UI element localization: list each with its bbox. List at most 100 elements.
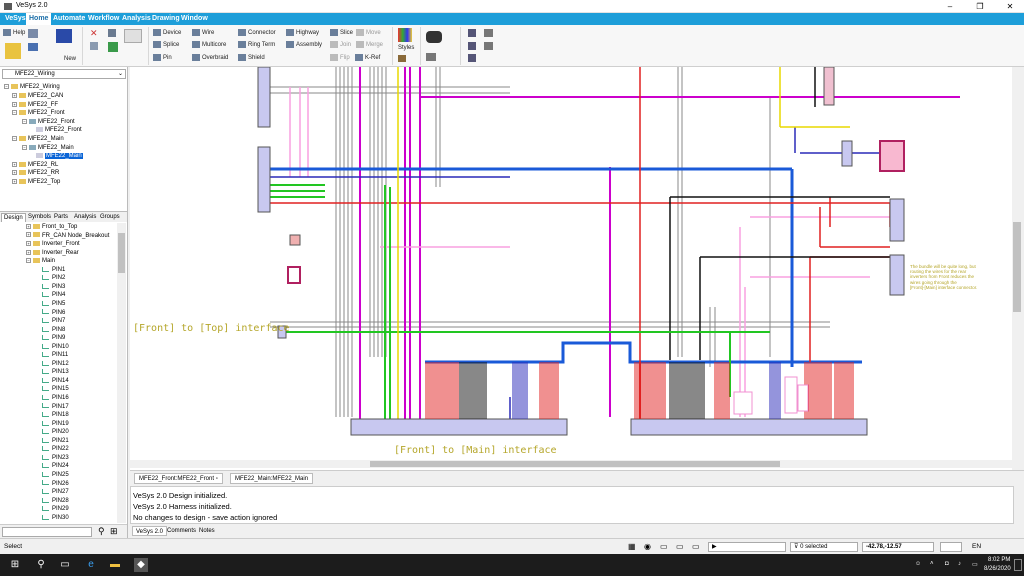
project-dropdown[interactable]: MFE22_Wiring ⌄ [2, 69, 126, 79]
tree-item-mfe22-wiring[interactable]: − MFE22_Wiring [4, 83, 60, 92]
pin-item[interactable]: PIN12 [42, 360, 69, 369]
print-icon[interactable] [28, 29, 38, 38]
new-button[interactable]: New [64, 54, 76, 65]
copy-icon[interactable] [90, 42, 98, 50]
menu-window[interactable]: Window [178, 13, 211, 25]
tray-keyboard-icon[interactable]: ▭ [972, 561, 978, 568]
vesys-app-icon[interactable]: ◆ [134, 558, 148, 572]
connector-button[interactable]: Connector [238, 28, 276, 39]
design-tree-scrollbar[interactable] [117, 223, 126, 523]
tray-chevron-icon[interactable]: ˄ [930, 561, 934, 567]
expand-icon[interactable]: + [26, 232, 31, 238]
search-input[interactable] [2, 527, 92, 537]
maximize-button[interactable]: ❐ [966, 0, 994, 13]
tab-comments[interactable]: Comments [164, 526, 199, 536]
expand-icon[interactable]: + [12, 161, 17, 167]
play-icon[interactable]: ▶ [712, 544, 717, 550]
help-button[interactable]: Help [3, 28, 25, 39]
wire-button[interactable]: Wire [192, 28, 214, 39]
display-icon[interactable] [56, 29, 72, 43]
expand-icon[interactable]: + [12, 101, 17, 107]
menu-home[interactable]: Home [26, 13, 52, 25]
tab-vesys-output[interactable]: VeSys 2.0 [132, 526, 168, 536]
pin-item[interactable]: PIN28 [42, 497, 69, 506]
expand-icon[interactable]: + [12, 92, 17, 98]
tree-item-mfe22-can[interactable]: + MFE22_CAN [12, 92, 63, 101]
close-button[interactable]: ✕ [996, 0, 1024, 13]
styles-icon[interactable] [398, 28, 412, 42]
select-arrow-icon[interactable] [426, 53, 436, 61]
kref-button[interactable]: K-Ref [355, 53, 380, 64]
tree-item-mfe22-main-sheet[interactable]: MFE22_Main [36, 152, 83, 161]
edge-browser-icon[interactable]: e [84, 558, 98, 572]
collapse-icon[interactable]: − [4, 83, 9, 89]
pin-item[interactable]: PIN25 [42, 471, 69, 480]
canvas-vertical-scrollbar[interactable] [1012, 67, 1022, 470]
schematic-canvas[interactable]: [Front] to [Top] interface [Front] to [M… [130, 67, 1012, 470]
tree-item-mfe22-top[interactable]: + MFE22_Top [12, 178, 60, 187]
binoculars-icon[interactable] [426, 31, 442, 43]
chevron-down-icon[interactable]: ⌄ [118, 70, 123, 78]
file-explorer-icon[interactable]: ▬ [108, 558, 122, 572]
delete-icon[interactable]: ✕ [90, 29, 98, 38]
tab-mfe22-front[interactable]: MFE22_Front:MFE22_Front ▫ [134, 473, 223, 484]
search-icon[interactable]: ⚲ [34, 558, 48, 572]
zoom-fit-icon[interactable] [468, 29, 476, 37]
expand-icon[interactable]: + [26, 241, 31, 247]
folder-open-icon[interactable] [5, 43, 21, 59]
design-tree-item[interactable]: + FR_CAN Node_Breakout [26, 232, 109, 241]
pin-item[interactable]: PIN10 [42, 343, 69, 352]
pin-item[interactable]: PIN3 [42, 283, 65, 292]
tab-design[interactable]: Design [1, 213, 26, 222]
overbraid-button[interactable]: Overbraid [192, 53, 228, 64]
zoom-in-icon[interactable]: ▭ [676, 542, 684, 551]
menu-automate[interactable]: Automate [50, 13, 88, 25]
pin-item[interactable]: PIN27 [42, 488, 69, 497]
pin-item[interactable]: PIN4 [42, 291, 65, 300]
scroll-thumb[interactable] [1013, 222, 1021, 312]
cut-icon[interactable] [108, 29, 116, 37]
tree-item-mfe22-front-design[interactable]: − MFE22_Front [22, 118, 75, 127]
search-icon[interactable]: ⚲ [98, 526, 105, 537]
shield-button[interactable]: Shield [238, 53, 265, 64]
task-view-icon[interactable]: ▭ [58, 558, 72, 572]
clock-time[interactable]: 8:02 PM [988, 557, 1010, 563]
filter-icon[interactable]: ⊽ [794, 544, 798, 550]
tree-item-mfe22-ff[interactable]: + MFE22_FF [12, 101, 58, 110]
tray-network-icon[interactable]: ◘ [945, 561, 949, 567]
design-tree-item[interactable]: + Front_to_Top [26, 223, 77, 232]
multicore-button[interactable]: Multicore [192, 40, 226, 51]
zoom-extents-icon[interactable] [468, 54, 476, 62]
collapse-icon[interactable]: − [12, 135, 17, 141]
expand-icon[interactable]: + [12, 170, 17, 176]
undo-icon[interactable] [28, 43, 38, 51]
close-icon[interactable]: ▫ [216, 476, 218, 482]
tree-item-mfe22-front[interactable]: − MFE22_Front [12, 109, 65, 118]
slice-button[interactable]: Slice [330, 28, 353, 39]
scroll-thumb[interactable] [118, 233, 125, 273]
paste-icon[interactable] [108, 42, 118, 52]
device-button[interactable]: Device [153, 28, 181, 39]
scroll-thumb[interactable] [370, 461, 780, 467]
pin-item[interactable]: PIN1 [42, 266, 65, 275]
collapse-icon[interactable]: − [26, 258, 31, 264]
pin-item[interactable]: PIN22 [42, 445, 69, 454]
grid-icon[interactable]: ▦ [628, 542, 636, 551]
ring-term-button[interactable]: Ring Term [238, 40, 275, 51]
pin-button[interactable]: Pin [153, 53, 172, 64]
wiring-diagram[interactable] [130, 67, 1012, 460]
minimize-button[interactable]: – [936, 0, 964, 13]
pin-item[interactable]: PIN30 [42, 514, 69, 523]
pin-item[interactable]: PIN18 [42, 411, 69, 420]
zoom-window-icon[interactable] [468, 42, 476, 50]
design-tree-item[interactable]: − Main [26, 257, 55, 266]
tab-parts[interactable]: Parts [52, 213, 70, 222]
ortho-icon[interactable]: ▭ [660, 542, 668, 551]
snap-icon[interactable]: ◉ [644, 542, 651, 551]
playback-control[interactable]: ▶ [708, 542, 786, 552]
design-tree-item[interactable]: + Inverter_Front [26, 240, 80, 249]
tab-analysis[interactable]: Analysis [72, 213, 98, 222]
language-indicator[interactable]: EN [972, 543, 981, 550]
pin-item[interactable]: PIN16 [42, 394, 69, 403]
assembly-button[interactable]: Assembly [286, 40, 322, 51]
